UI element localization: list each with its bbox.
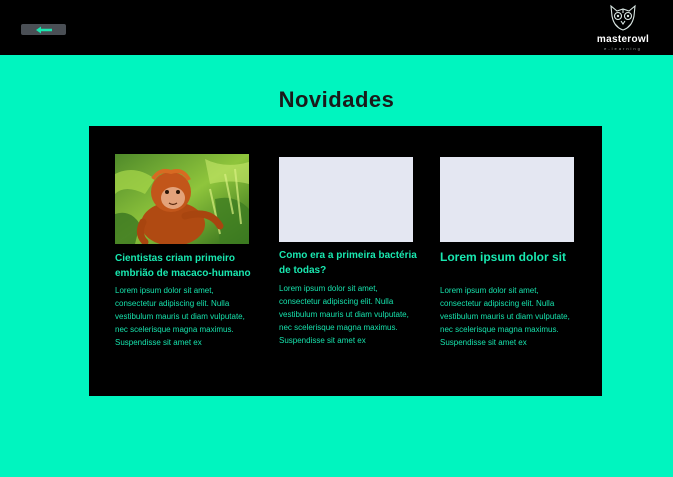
top-bar: masterowl e-learning — [0, 0, 673, 55]
card-body: Lorem ipsum dolor sit amet, consectetur … — [440, 286, 570, 347]
logo-name: masterowl — [596, 34, 650, 45]
back-button[interactable] — [21, 24, 66, 35]
logo-tagline: e-learning — [604, 46, 642, 51]
owl-icon — [610, 4, 636, 31]
arrow-left-icon — [35, 26, 52, 33]
card-title[interactable]: Lorem ipsum dolor sit — [440, 250, 580, 265]
card-title[interactable]: Como era a primeira bactéria de todas? — [279, 248, 419, 278]
card-image[interactable] — [115, 154, 249, 244]
orangutan-photo — [115, 154, 249, 244]
card-image-placeholder[interactable] — [279, 157, 413, 242]
card-image-placeholder[interactable] — [440, 157, 574, 242]
news-panel: Cientistas criam primeiro embrião de mac… — [89, 126, 602, 396]
brand-logo[interactable]: masterowl e-learning — [588, 0, 658, 55]
page-title: Novidades — [278, 87, 395, 112]
card-title[interactable]: Cientistas criam primeiro embrião de mac… — [115, 251, 255, 281]
card-body: Lorem ipsum dolor sit amet, consectetur … — [115, 286, 245, 347]
card-body: Lorem ipsum dolor sit amet, consectetur … — [279, 284, 409, 345]
